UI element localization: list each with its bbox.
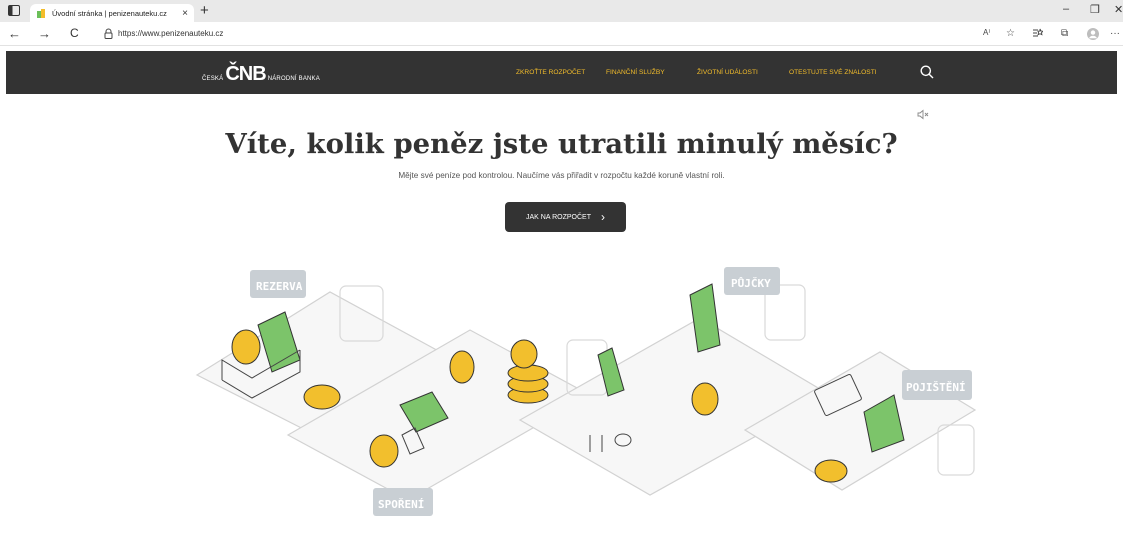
hero-headline: Víte, kolik peněz jste utratili minulý m… bbox=[225, 128, 898, 160]
tag-savings: SPOŘENÍ bbox=[373, 488, 433, 516]
svg-text:REZERVA: REZERVA bbox=[256, 280, 303, 293]
site-header: ČESKÁ ČNB NÁRODNÍ BANKA ZKROŤTE ROZPOČET… bbox=[6, 51, 1117, 94]
svg-text:SPOŘENÍ: SPOŘENÍ bbox=[378, 498, 424, 511]
nav-item-financial-services[interactable]: FINANČNÍ SLUŽBY bbox=[606, 69, 665, 76]
refresh-icon[interactable]: C bbox=[70, 26, 79, 40]
tab-close-icon[interactable]: × bbox=[182, 8, 188, 19]
more-icon[interactable]: ··· bbox=[1110, 28, 1120, 39]
svg-text:POJIŠTĚNÍ: POJIŠTĚNÍ bbox=[906, 381, 966, 394]
collections-icon[interactable]: ⧉ bbox=[1061, 28, 1068, 39]
lock-icon[interactable] bbox=[104, 28, 113, 39]
nav-item-life-events[interactable]: ŽIVOTNÍ UDÁLOSTI bbox=[697, 69, 758, 76]
chevron-right-icon: › bbox=[600, 210, 605, 224]
tag-reserve: REZERVA bbox=[250, 270, 306, 298]
tag-insurance: POJIŠTĚNÍ bbox=[902, 370, 972, 400]
read-aloud-icon[interactable]: A⁾ bbox=[983, 28, 990, 37]
hero-subline: Mějte své peníze pod kontrolou. Naučíme … bbox=[398, 171, 725, 180]
search-icon[interactable] bbox=[920, 65, 934, 79]
coin-stack-top bbox=[510, 339, 538, 369]
platform-center bbox=[518, 317, 832, 496]
nav-item-test-knowledge[interactable]: OTESTUJTE SVÉ ZNALOSTI bbox=[789, 69, 877, 76]
site-favicon-icon bbox=[36, 8, 46, 18]
coin-savings bbox=[369, 434, 399, 468]
cta-label: JAK NA ROZPOČET bbox=[526, 213, 591, 221]
browser-tabstrip: Úvodní stránka | penizenauteku.cz × + – … bbox=[0, 0, 1123, 22]
tab-actions-icon[interactable] bbox=[8, 5, 20, 16]
cnb-logo[interactable]: ČESKÁ ČNB NÁRODNÍ BANKA bbox=[202, 63, 320, 86]
browser-tab[interactable]: Úvodní stránka | penizenauteku.cz × bbox=[30, 4, 194, 22]
hero-illustration: REZERVA PŮJČKY POJIŠTĚNÍ SPOŘENÍ bbox=[195, 267, 977, 516]
favorite-icon[interactable]: ☆ bbox=[1006, 28, 1015, 39]
logo-mark: ČNB bbox=[225, 63, 266, 85]
coin-loans bbox=[691, 382, 719, 416]
tab-title: Úvodní stránka | penizenauteku.cz bbox=[52, 8, 167, 18]
forward-icon[interactable]: → bbox=[38, 26, 51, 41]
new-tab-button[interactable]: + bbox=[200, 2, 209, 19]
svg-text:PŮJČKY: PŮJČKY bbox=[731, 277, 771, 290]
coin-center-1 bbox=[449, 350, 475, 384]
restore-icon[interactable]: ❐ bbox=[1090, 3, 1100, 16]
browser-toolbar: ← → C https://www.penizenauteku.cz A⁾ ☆ … bbox=[0, 22, 1123, 46]
nav-item-budget[interactable]: ZKROŤTE ROZPOČET bbox=[516, 69, 585, 76]
coin-reserve-sitting bbox=[231, 329, 261, 365]
url-input[interactable]: https://www.penizenauteku.cz bbox=[118, 29, 223, 38]
profile-avatar-icon[interactable] bbox=[1087, 28, 1099, 40]
logo-text-pre: ČESKÁ bbox=[202, 76, 224, 82]
back-icon[interactable]: ← bbox=[8, 26, 21, 41]
tag-loans: PŮJČKY bbox=[724, 267, 780, 295]
coin-reserve-lying bbox=[303, 384, 341, 410]
budget-cta-button[interactable]: JAK NA ROZPOČET › bbox=[505, 202, 626, 232]
favorites-list-icon[interactable] bbox=[1032, 28, 1043, 38]
coin-insurance bbox=[814, 459, 848, 483]
mute-icon[interactable] bbox=[917, 109, 929, 120]
close-window-icon[interactable]: ✕ bbox=[1114, 3, 1123, 16]
frame-far-right bbox=[937, 424, 975, 476]
logo-text-post: NÁRODNÍ BANKA bbox=[267, 76, 320, 82]
minimize-icon[interactable]: – bbox=[1063, 3, 1069, 15]
